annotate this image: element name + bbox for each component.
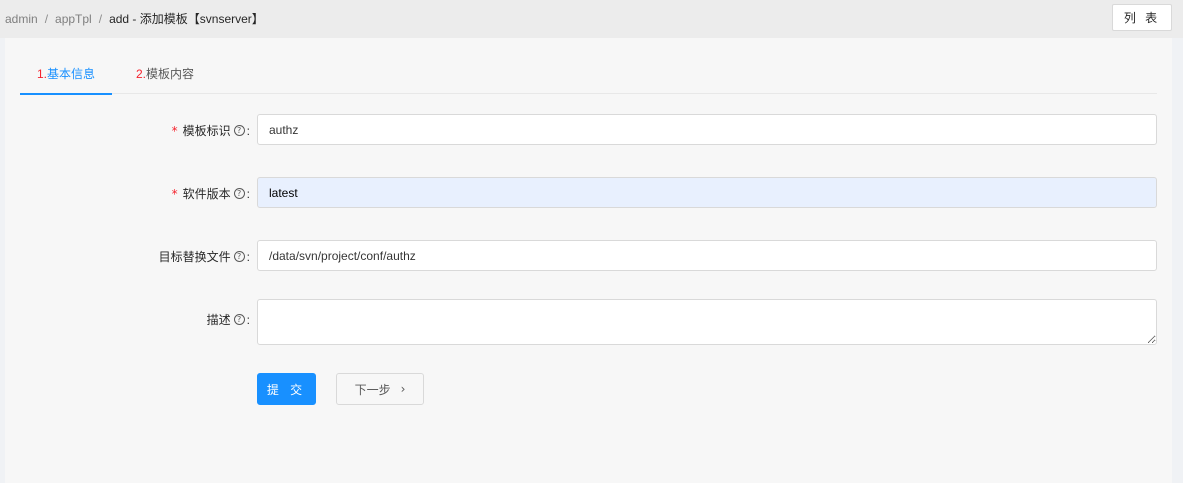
target-file-input[interactable] <box>257 240 1157 271</box>
required-mark: * <box>171 123 178 138</box>
next-step-button[interactable]: 下一步 › <box>336 373 424 405</box>
question-circle-icon[interactable]: ? <box>233 125 245 136</box>
breadcrumb: admin / appTpl / add - 添加模板【svnserver】 <box>5 10 264 27</box>
question-circle-icon[interactable]: ? <box>233 251 245 262</box>
tab-label: 模板内容 <box>146 67 195 81</box>
breadcrumb-current: add - 添加模板【svnserver】 <box>109 12 264 26</box>
tab-label: 基本信息 <box>47 67 96 81</box>
breadcrumb-separator: / <box>44 12 49 26</box>
tab-template-content[interactable]: 2.模板内容 <box>136 56 194 94</box>
top-bar: admin / appTpl / add - 添加模板【svnserver】 列 表 <box>0 0 1183 38</box>
description-label: 描述?: <box>206 312 250 328</box>
breadcrumb-separator: / <box>98 12 103 26</box>
list-button[interactable]: 列 表 <box>1112 4 1172 31</box>
next-step-label: 下一步 <box>354 382 391 397</box>
template-id-label: * 模板标识?: <box>171 123 250 139</box>
submit-button[interactable]: 提 交 <box>257 373 316 405</box>
template-id-input[interactable] <box>257 114 1157 145</box>
tab-number: 2. <box>136 67 147 81</box>
breadcrumb-item-admin[interactable]: admin <box>5 12 38 26</box>
required-mark: * <box>171 186 178 201</box>
question-circle-icon[interactable]: ? <box>233 314 245 325</box>
form-card: 1.基本信息 2.模板内容 *模板标识?: *软件版本?: 目标替换文件?: 描… <box>5 38 1172 483</box>
question-circle-icon[interactable]: ? <box>233 188 245 199</box>
software-version-label: * 软件版本?: <box>171 186 250 202</box>
breadcrumb-item-apptpl[interactable]: appTpl <box>55 12 92 26</box>
software-version-input[interactable] <box>257 177 1157 208</box>
tab-bar: 1.基本信息 2.模板内容 <box>19 56 1157 95</box>
target-file-label: 目标替换文件?: <box>158 249 250 265</box>
tab-basic-info[interactable]: 1.基本信息 <box>19 56 113 95</box>
chevron-right-icon: › <box>400 382 406 396</box>
description-textarea[interactable] <box>257 299 1157 345</box>
tab-number: 1. <box>37 67 48 81</box>
